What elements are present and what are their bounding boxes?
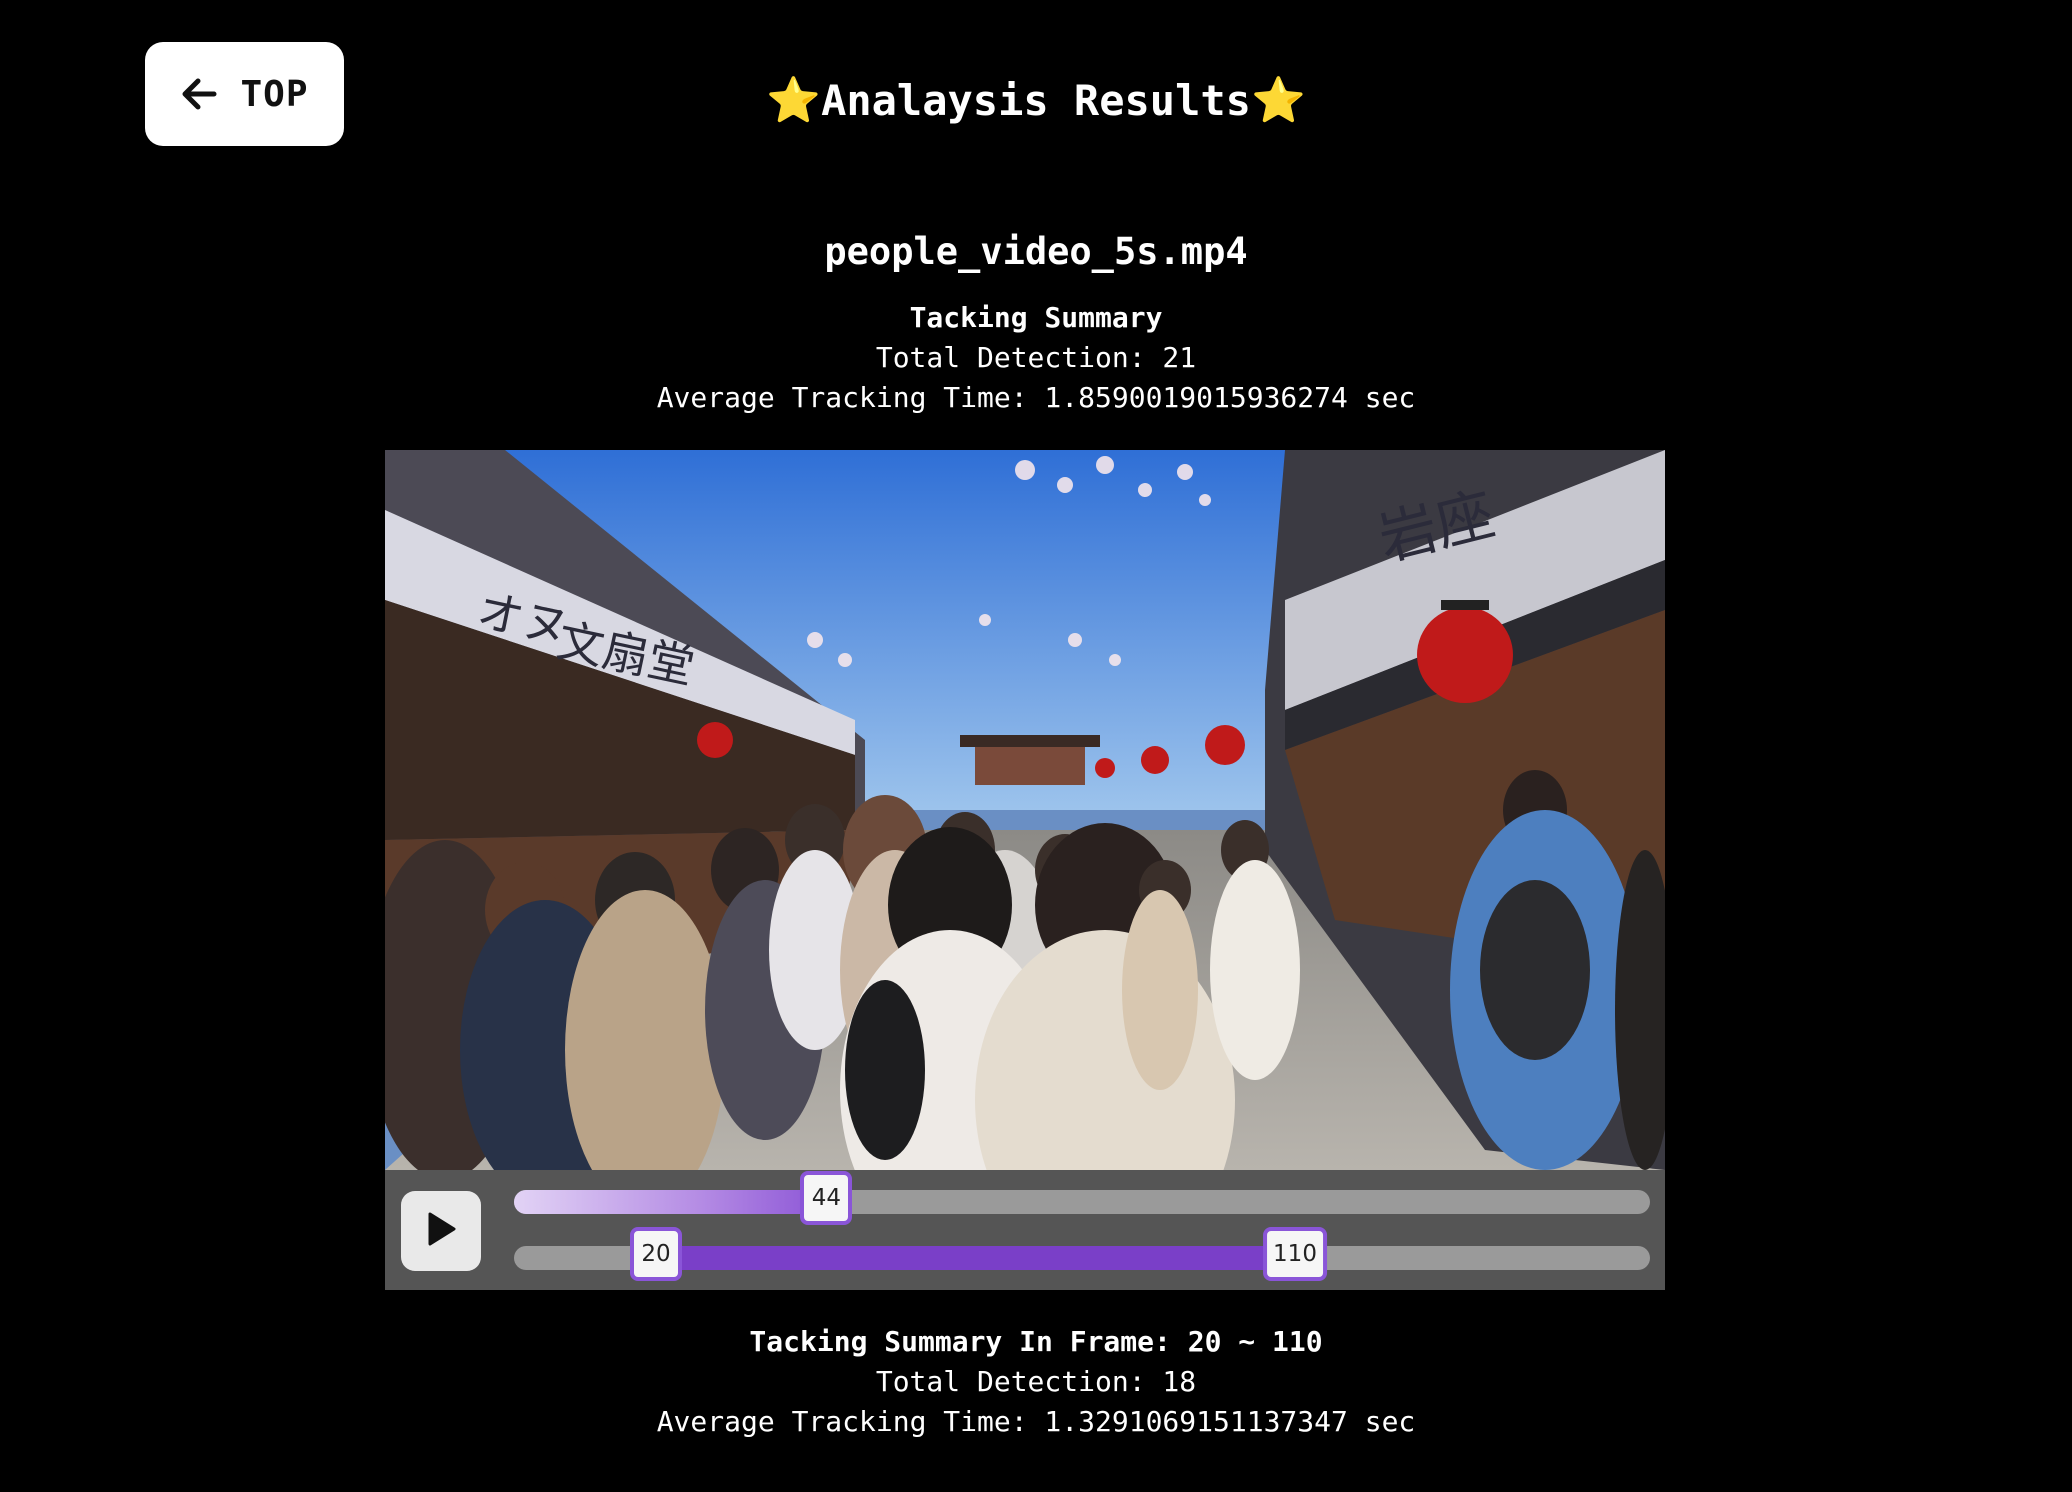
star-icon: ⭐ <box>1250 75 1306 126</box>
total-detection: Total Detection: 21 <box>875 341 1197 374</box>
tracking-summary-heading: Tacking Summary <box>909 301 1163 334</box>
range-summary-heading: Tacking Summary In Frame: 20 ~ 110 <box>749 1325 1323 1358</box>
frame-range-slider[interactable]: 20 110 <box>514 1227 1650 1281</box>
range-end-handle[interactable]: 110 <box>1263 1227 1327 1281</box>
play-button[interactable] <box>401 1191 481 1271</box>
frame-progress-slider[interactable]: 44 <box>514 1171 1650 1225</box>
current-frame-handle[interactable]: 44 <box>800 1171 853 1225</box>
page-title-text: Analaysis Results <box>821 76 1251 125</box>
video-player[interactable]: オヌ 文扇堂 岩座 <box>385 450 1665 1170</box>
frame-progress-fill <box>514 1190 827 1214</box>
average-tracking-time: Average Tracking Time: 1.859001901593627… <box>656 381 1416 414</box>
range-total-detection: Total Detection: 18 <box>875 1365 1197 1398</box>
play-icon <box>424 1210 458 1252</box>
range-start-handle[interactable]: 20 <box>630 1227 682 1281</box>
range-average-tracking-time: Average Tracking Time: 1.329106915113734… <box>656 1405 1416 1438</box>
video-filename: people_video_5s.mp4 <box>824 230 1248 273</box>
star-icon: ⭐ <box>766 75 822 126</box>
page-title: ⭐Analaysis Results⭐ <box>0 76 2072 125</box>
video-frame: オヌ 文扇堂 岩座 <box>385 450 1665 1170</box>
tracking-summary: Tacking Summary Total Detection: 21 Aver… <box>0 298 2072 418</box>
player-controls: 44 20 110 <box>385 1170 1665 1290</box>
frame-range-fill <box>656 1246 1295 1270</box>
range-tracking-summary: Tacking Summary In Frame: 20 ~ 110 Total… <box>0 1322 2072 1442</box>
